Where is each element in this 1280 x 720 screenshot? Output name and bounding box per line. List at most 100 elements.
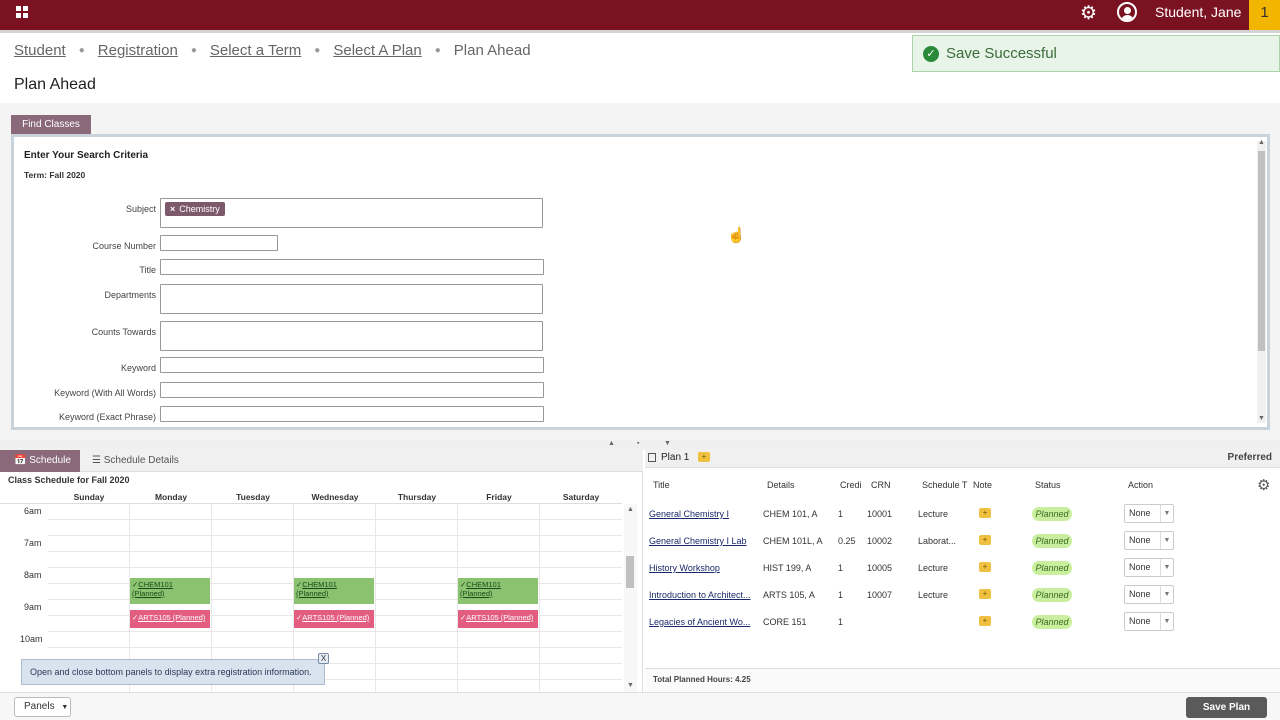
col-credits[interactable]: Credi — [840, 480, 862, 490]
panel-tooltip: Open and close bottom panels to display … — [21, 659, 325, 685]
splitter-handle-icon[interactable]: ▪ — [637, 440, 639, 447]
course-number-input[interactable] — [160, 235, 278, 251]
calendar-icon: 📅 — [14, 455, 27, 466]
col-details[interactable]: Details — [767, 480, 795, 490]
col-status[interactable]: Status — [1035, 480, 1061, 490]
keyword-exact-input[interactable] — [160, 406, 544, 422]
event-status: (Planned) — [296, 588, 329, 598]
add-note-icon[interactable]: + — [979, 562, 991, 572]
course-crn: 10001 — [867, 509, 893, 519]
user-icon[interactable] — [1117, 2, 1137, 22]
check-icon: ✓ — [923, 45, 939, 62]
action-dropdown[interactable]: None ▼ — [1124, 531, 1174, 550]
col-action[interactable]: Action — [1128, 480, 1153, 490]
search-heading: Enter Your Search Criteria — [24, 150, 149, 161]
subject-chip[interactable]: × Chemistry — [165, 202, 225, 216]
breadcrumb-current: Plan Ahead — [453, 42, 531, 59]
chevron-down-icon[interactable]: ▼ — [1160, 586, 1173, 603]
add-note-icon[interactable]: + — [979, 508, 991, 518]
breadcrumb-select-plan[interactable]: Select A Plan — [333, 42, 421, 59]
hour-label: 7am — [24, 538, 42, 548]
save-plan-button[interactable]: Save Plan — [1186, 697, 1267, 718]
add-note-icon[interactable]: + — [979, 589, 991, 599]
chevron-down-icon[interactable]: ▼ — [1160, 505, 1173, 522]
day-header: Tuesday — [236, 492, 270, 502]
grid-icon[interactable] — [16, 6, 28, 18]
status-badge: Planned — [1032, 507, 1072, 521]
day-header: Friday — [486, 492, 512, 502]
scrollbar-thumb[interactable] — [626, 556, 634, 588]
search-scrollbar[interactable] — [1257, 141, 1266, 423]
gear-icon[interactable]: ⚙ — [1257, 476, 1270, 494]
col-crn[interactable]: CRN — [871, 480, 891, 490]
action-dropdown[interactable]: None ▼ — [1124, 504, 1174, 523]
collapse-up-icon[interactable]: ▲ — [608, 440, 615, 447]
breadcrumb-separator: ● — [314, 45, 321, 56]
keyword-input[interactable] — [160, 357, 544, 373]
action-dropdown[interactable]: None ▼ — [1124, 585, 1174, 604]
action-dropdown[interactable]: None ▼ — [1124, 558, 1174, 577]
day-header: Wednesday — [311, 492, 359, 502]
course-crn: 10005 — [867, 563, 893, 573]
course-details: ARTS 105, A — [763, 590, 815, 600]
action-dropdown[interactable]: None ▼ — [1124, 612, 1174, 631]
event-chem101-monday[interactable]: ✓CHEM101 (Planned) — [130, 578, 210, 604]
tab-schedule[interactable]: 📅 Schedule — [0, 450, 80, 472]
scrollbar-thumb[interactable] — [1258, 151, 1265, 351]
breadcrumb-registration[interactable]: Registration — [98, 42, 178, 59]
course-schedule-type: Laborat... — [918, 536, 957, 546]
course-title-link[interactable]: General Chemistry I Lab — [649, 536, 755, 546]
scroll-up-icon[interactable]: ▲ — [627, 506, 634, 513]
col-title[interactable]: Title — [653, 480, 670, 490]
calendar-scrollbar[interactable] — [624, 504, 637, 692]
collapse-down-icon[interactable]: ▼ — [664, 440, 671, 447]
add-note-icon[interactable]: + — [979, 535, 991, 545]
event-arts105-wednesday[interactable]: ✓ARTS105 (Planned) — [294, 610, 374, 628]
action-value: None — [1129, 589, 1151, 599]
tab-schedule-details[interactable]: ☰ Schedule Details — [92, 450, 179, 472]
hour-label: 10am — [20, 634, 43, 644]
event-arts105-friday[interactable]: ✓ARTS105 (Planned) — [458, 610, 538, 628]
plan-name: Plan 1 — [661, 452, 690, 463]
breadcrumb-student[interactable]: Student — [14, 42, 66, 59]
breadcrumb-separator: ● — [434, 45, 441, 56]
chevron-down-icon[interactable]: ▼ — [1160, 532, 1173, 549]
subject-label: Subject — [125, 204, 156, 214]
close-tooltip-icon[interactable]: X — [318, 653, 329, 664]
title-input[interactable] — [160, 259, 544, 275]
course-title-link[interactable]: Legacies of Ancient Wo... — [649, 617, 755, 627]
col-note[interactable]: Note — [973, 480, 992, 490]
keyword-all-input[interactable] — [160, 382, 544, 398]
subject-input[interactable]: × Chemistry — [160, 198, 543, 228]
user-name[interactable]: Student, Jane — [1155, 4, 1241, 20]
event-chem101-friday[interactable]: ✓CHEM101 (Planned) — [458, 578, 538, 604]
scroll-up-icon[interactable]: ▲ — [1258, 139, 1265, 146]
tab-find-classes[interactable]: Find Classes — [11, 115, 91, 135]
event-status: (Planned) — [460, 588, 493, 598]
remove-chip-icon[interactable]: × — [170, 204, 175, 214]
course-schedule-type: Lecture — [918, 590, 949, 600]
chevron-down-icon[interactable]: ▼ — [1160, 613, 1173, 630]
notification-badge[interactable]: 1 — [1249, 0, 1280, 30]
action-value: None — [1129, 535, 1151, 545]
course-title-link[interactable]: Introduction to Architect... — [649, 590, 755, 600]
course-title-link[interactable]: History Workshop — [649, 563, 755, 573]
action-value: None — [1129, 508, 1151, 518]
breadcrumb-select-term[interactable]: Select a Term — [210, 42, 301, 59]
event-arts105-monday[interactable]: ✓ARTS105 (Planned) — [130, 610, 210, 628]
counts-towards-input[interactable] — [160, 321, 543, 351]
add-note-icon[interactable]: + — [698, 452, 710, 462]
departments-input[interactable] — [160, 284, 543, 314]
day-header: Sunday — [73, 492, 105, 502]
col-schedule-type[interactable]: Schedule T — [922, 480, 967, 490]
add-note-icon[interactable]: + — [979, 616, 991, 626]
course-title-link[interactable]: General Chemistry I — [649, 509, 755, 519]
event-chem101-wednesday[interactable]: ✓CHEM101 (Planned) — [294, 578, 374, 604]
gear-icon[interactable]: ⚙ — [1080, 2, 1097, 25]
chevron-down-icon[interactable]: ▼ — [1160, 559, 1173, 576]
day-header: Saturday — [562, 492, 600, 502]
scroll-down-icon[interactable]: ▼ — [627, 682, 634, 689]
scroll-down-icon[interactable]: ▼ — [1258, 415, 1265, 422]
panels-button[interactable]: Panels ▼ — [14, 697, 71, 717]
hour-label: 8am — [24, 570, 42, 580]
